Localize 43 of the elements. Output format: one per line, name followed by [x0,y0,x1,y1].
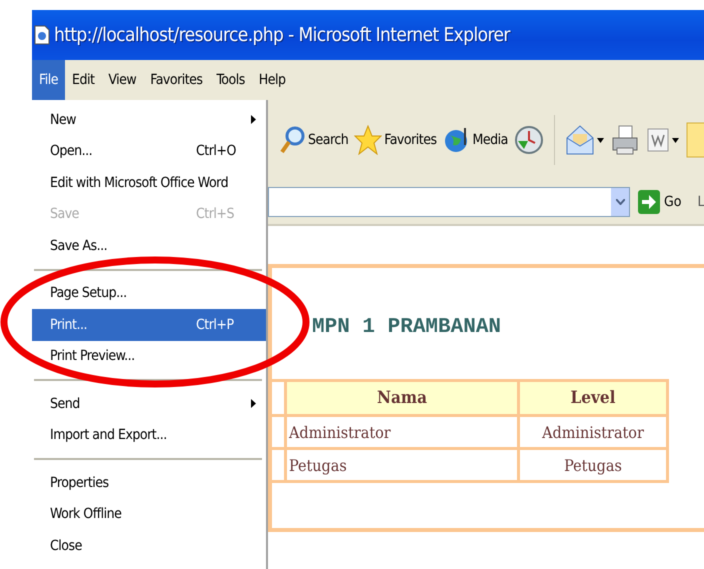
caret-icon[interactable] [596,138,604,142]
chevron-down-icon [616,199,624,205]
table-cell: Petugas [518,448,668,482]
printer-icon[interactable] [610,124,640,156]
menu-option[interactable]: Work Offline [32,498,266,530]
menu-option[interactable]: Properties [32,467,266,498]
search-icon [280,125,306,155]
menu-option[interactable]: Print Preview... [32,340,266,372]
document-icon[interactable] [646,127,670,153]
menu-option[interactable]: Send [32,388,266,420]
mail-icon[interactable] [564,124,595,156]
table-cell: Administrator [518,416,668,448]
menu-option[interactable]: Print... Ctrl+P [32,309,266,340]
table-cell: Administrator [286,416,518,448]
menu-item[interactable]: Favorites [143,60,210,100]
clock-icon[interactable] [514,125,544,155]
toolbar-button[interactable]: Search [280,125,348,155]
menu-item[interactable]: Tools [210,60,252,100]
toolbar-button[interactable]: Media [442,125,508,155]
links-label[interactable]: L [697,194,704,210]
menu-item[interactable]: File [32,60,65,100]
menu-option[interactable]: Save As... [32,230,266,262]
menu-option[interactable]: Open... Ctrl+O [32,136,266,167]
column-header: Nama [286,380,518,416]
menu-option[interactable]: Close [32,530,266,562]
menu-option[interactable]: Page Setup... [32,278,266,309]
star-icon [354,125,382,155]
dropdown-button[interactable] [611,188,629,216]
page-icon [34,25,50,45]
menu-option[interactable]: Import and Export... [32,420,266,451]
menu-item[interactable]: Edit [64,60,102,100]
address-field[interactable] [268,187,630,217]
menu-item[interactable]: View [101,60,144,100]
column-header: Level [518,380,668,416]
caret-icon[interactable] [672,138,679,142]
page-heading: MPN 1 PRAMBANAN [311,316,502,339]
menu-option[interactable]: Edit with Microsoft Office Word [32,167,266,198]
window-title: http://localhost/resource.php - Microsoft Internet Explorer [54,24,510,46]
table-cell: Petugas [286,448,518,482]
toolbar-button[interactable]: Favorites [354,125,437,155]
go-button[interactable]: Go [634,190,694,214]
menu-item[interactable]: Help [252,60,293,100]
menu-option[interactable]: New [32,104,266,136]
